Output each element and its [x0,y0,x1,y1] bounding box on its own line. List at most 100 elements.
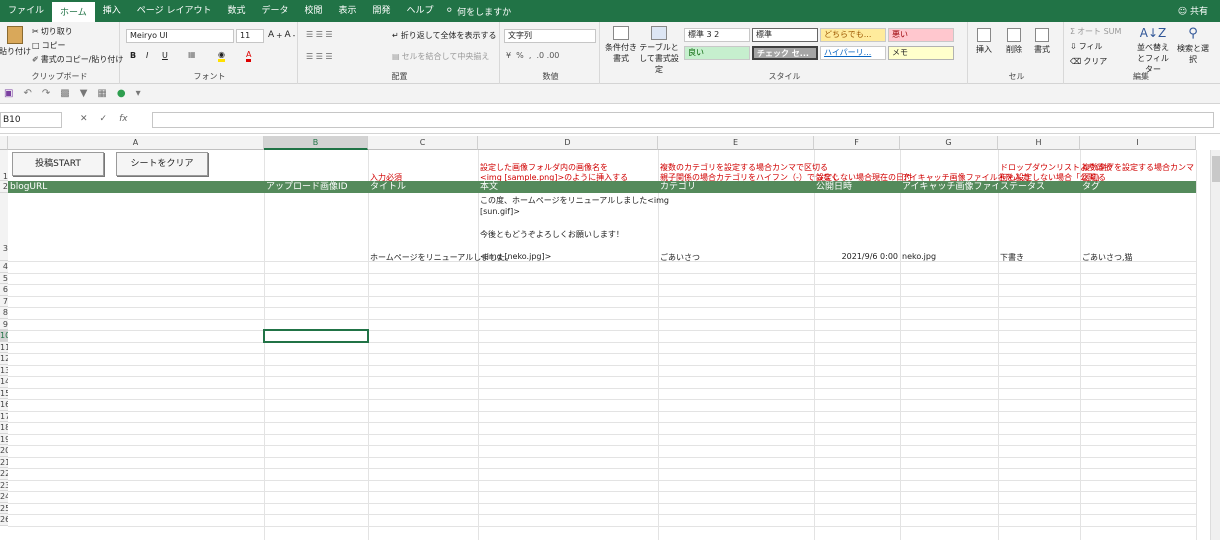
filter-icon[interactable]: ▼ [80,88,88,99]
copy-button[interactable]: □ コピー [32,40,66,51]
select-all-corner[interactable] [0,136,8,150]
fx-icon[interactable]: fx [119,114,128,124]
row-header-3[interactable]: 3 [0,193,8,261]
column-header-f[interactable]: F [814,136,900,150]
header-title[interactable]: タイトル [368,181,478,193]
cell-eyecatch[interactable]: neko.jpg [902,252,936,261]
cell-status[interactable]: 下書き [1000,252,1024,263]
cell-body-line3[interactable]: 今後ともどうぞよろしくお願いします！ [480,229,624,240]
delete-cells-button[interactable]: 削除 [1006,28,1022,55]
enter-icon[interactable]: ✓ [100,114,108,124]
underline-button[interactable]: U [162,51,168,60]
align-top-icon[interactable]: ☰ ☰ ☰ [306,30,333,39]
header-status[interactable]: ステータス [998,181,1080,193]
row-header-9[interactable]: 9 [0,318,8,330]
row-header-23[interactable]: 23 [0,479,8,491]
border-icon[interactable]: ▦ [188,50,196,59]
row-header-2[interactable]: 2 [0,181,8,193]
clear-button[interactable]: ⌫ クリア [1070,56,1107,67]
italic-button[interactable]: I [146,51,148,60]
row-header-13[interactable]: 13 [0,364,8,376]
cell-category[interactable]: ごあいさつ [660,252,700,263]
row-header-8[interactable]: 8 [0,307,8,319]
cell-body-line2[interactable]: [sun.gif]> [480,207,520,216]
insert-cells-button[interactable]: 挿入 [976,28,992,55]
selected-cell-b10[interactable] [263,329,369,343]
row-header-4[interactable]: 4 [0,261,8,273]
tab-review[interactable]: 校閲 [296,0,330,22]
currency-percent-icons[interactable]: ¥ % , .0 .00 [506,51,559,60]
row-header-14[interactable]: 14 [0,376,8,388]
font-name-select[interactable]: Meiryo UI [126,29,234,43]
merge-center-button[interactable]: ▤ セルを結合して中央揃え [392,51,489,62]
undo-icon[interactable]: ↶ [23,88,31,99]
tab-developer[interactable]: 開発 [365,0,399,22]
column-header-c[interactable]: C [368,136,478,150]
row-header-20[interactable]: 20 [0,445,8,457]
format-painter-button[interactable]: ✐ 書式のコピー/貼り付け [32,54,123,65]
conditional-format-button[interactable]: 条件付き書式 [604,26,638,64]
header-eyecatch[interactable]: アイキャッチ画像ファイル名 [900,181,998,193]
redo-icon[interactable]: ↷ [42,88,50,99]
header-blog-url[interactable]: blogURL [8,181,264,193]
column-header-a[interactable]: A [8,136,264,150]
column-header-b[interactable]: B [264,136,368,150]
row-header-25[interactable]: 25 [0,502,8,514]
chart-icon[interactable]: ▦ [97,88,106,99]
circle-icon[interactable]: ● [117,88,126,99]
autosum-button[interactable]: Σ オート SUM [1070,26,1121,37]
save-icon[interactable]: ▣ [4,88,13,99]
column-header-i[interactable]: I [1080,136,1196,150]
row-header-17[interactable]: 17 [0,410,8,422]
row-header-21[interactable]: 21 [0,456,8,468]
font-color-icon[interactable]: A [246,50,252,62]
row-header-1[interactable]: 1 [0,150,8,181]
row-header-18[interactable]: 18 [0,422,8,434]
tab-home[interactable]: ホーム [52,0,95,22]
cell-tags[interactable]: ごあいさつ,猫 [1082,252,1133,263]
style-normal[interactable]: 標準 [752,28,818,42]
bold-button[interactable]: B [130,51,136,60]
align-left-icon[interactable]: ☰ ☰ ☰ [306,52,333,61]
row-header-22[interactable]: 22 [0,468,8,480]
row-header-26[interactable]: 26 [0,514,8,526]
header-upload-image-id[interactable]: アップロード画像ID [264,181,368,193]
paste-small-icon[interactable]: ▩ [60,88,69,99]
row-header-7[interactable]: 7 [0,295,8,307]
style-check-cell[interactable]: チェック セ... [752,46,818,60]
header-tags[interactable]: タグ [1080,181,1196,193]
column-header-g[interactable]: G [900,136,998,150]
header-body[interactable]: 本文 [478,181,658,193]
fill-button[interactable]: ⇩ フィル [1070,41,1103,52]
share-button[interactable]: ☺ 共有 [1178,4,1208,17]
tab-page-layout[interactable]: ページ レイアウト [129,0,220,22]
tab-data[interactable]: データ [253,0,296,22]
formula-input[interactable] [152,112,1214,128]
clear-sheet-button[interactable]: シートをクリア [116,152,208,176]
column-header-d[interactable]: D [478,136,658,150]
header-publish-date[interactable]: 公開日時 [814,181,900,193]
sort-filter-button[interactable]: A↓Z 並べ替えとフィルター [1134,26,1172,75]
style-note[interactable]: メモ [888,46,954,60]
cancel-icon[interactable]: ✕ [80,114,88,124]
customize-qat-icon[interactable]: ▾ [136,88,141,99]
number-format-select[interactable]: 文字列 [504,29,596,43]
fill-color-icon[interactable]: ◉ [218,50,225,62]
wrap-text-button[interactable]: ↵ 折り返して全体を表示する [392,30,496,41]
post-start-button[interactable]: 投稿START [12,152,104,176]
format-as-table-button[interactable]: テーブルとして書式設定 [638,26,680,75]
find-select-button[interactable]: ⚲ 検索と選択 [1176,26,1210,65]
style-good[interactable]: 良い [684,46,750,60]
row-header-19[interactable]: 19 [0,433,8,445]
style-normal-32[interactable]: 標準 3 2 [684,28,750,42]
row-header-6[interactable]: 6 [0,284,8,296]
cell-body-line1[interactable]: この度、ホームページをリニューアルしました<img [480,195,669,206]
column-header-e[interactable]: E [658,136,814,150]
tab-view[interactable]: 表示 [331,0,365,22]
cell-body-line4[interactable]: <img [neko.jpg]> [480,252,551,261]
scrollbar-thumb[interactable] [1212,156,1220,182]
header-category[interactable]: カテゴリ [658,181,814,193]
vertical-scrollbar[interactable] [1210,150,1220,540]
paste-button[interactable]: 貼り付け [0,26,31,57]
row-header-24[interactable]: 24 [0,491,8,503]
